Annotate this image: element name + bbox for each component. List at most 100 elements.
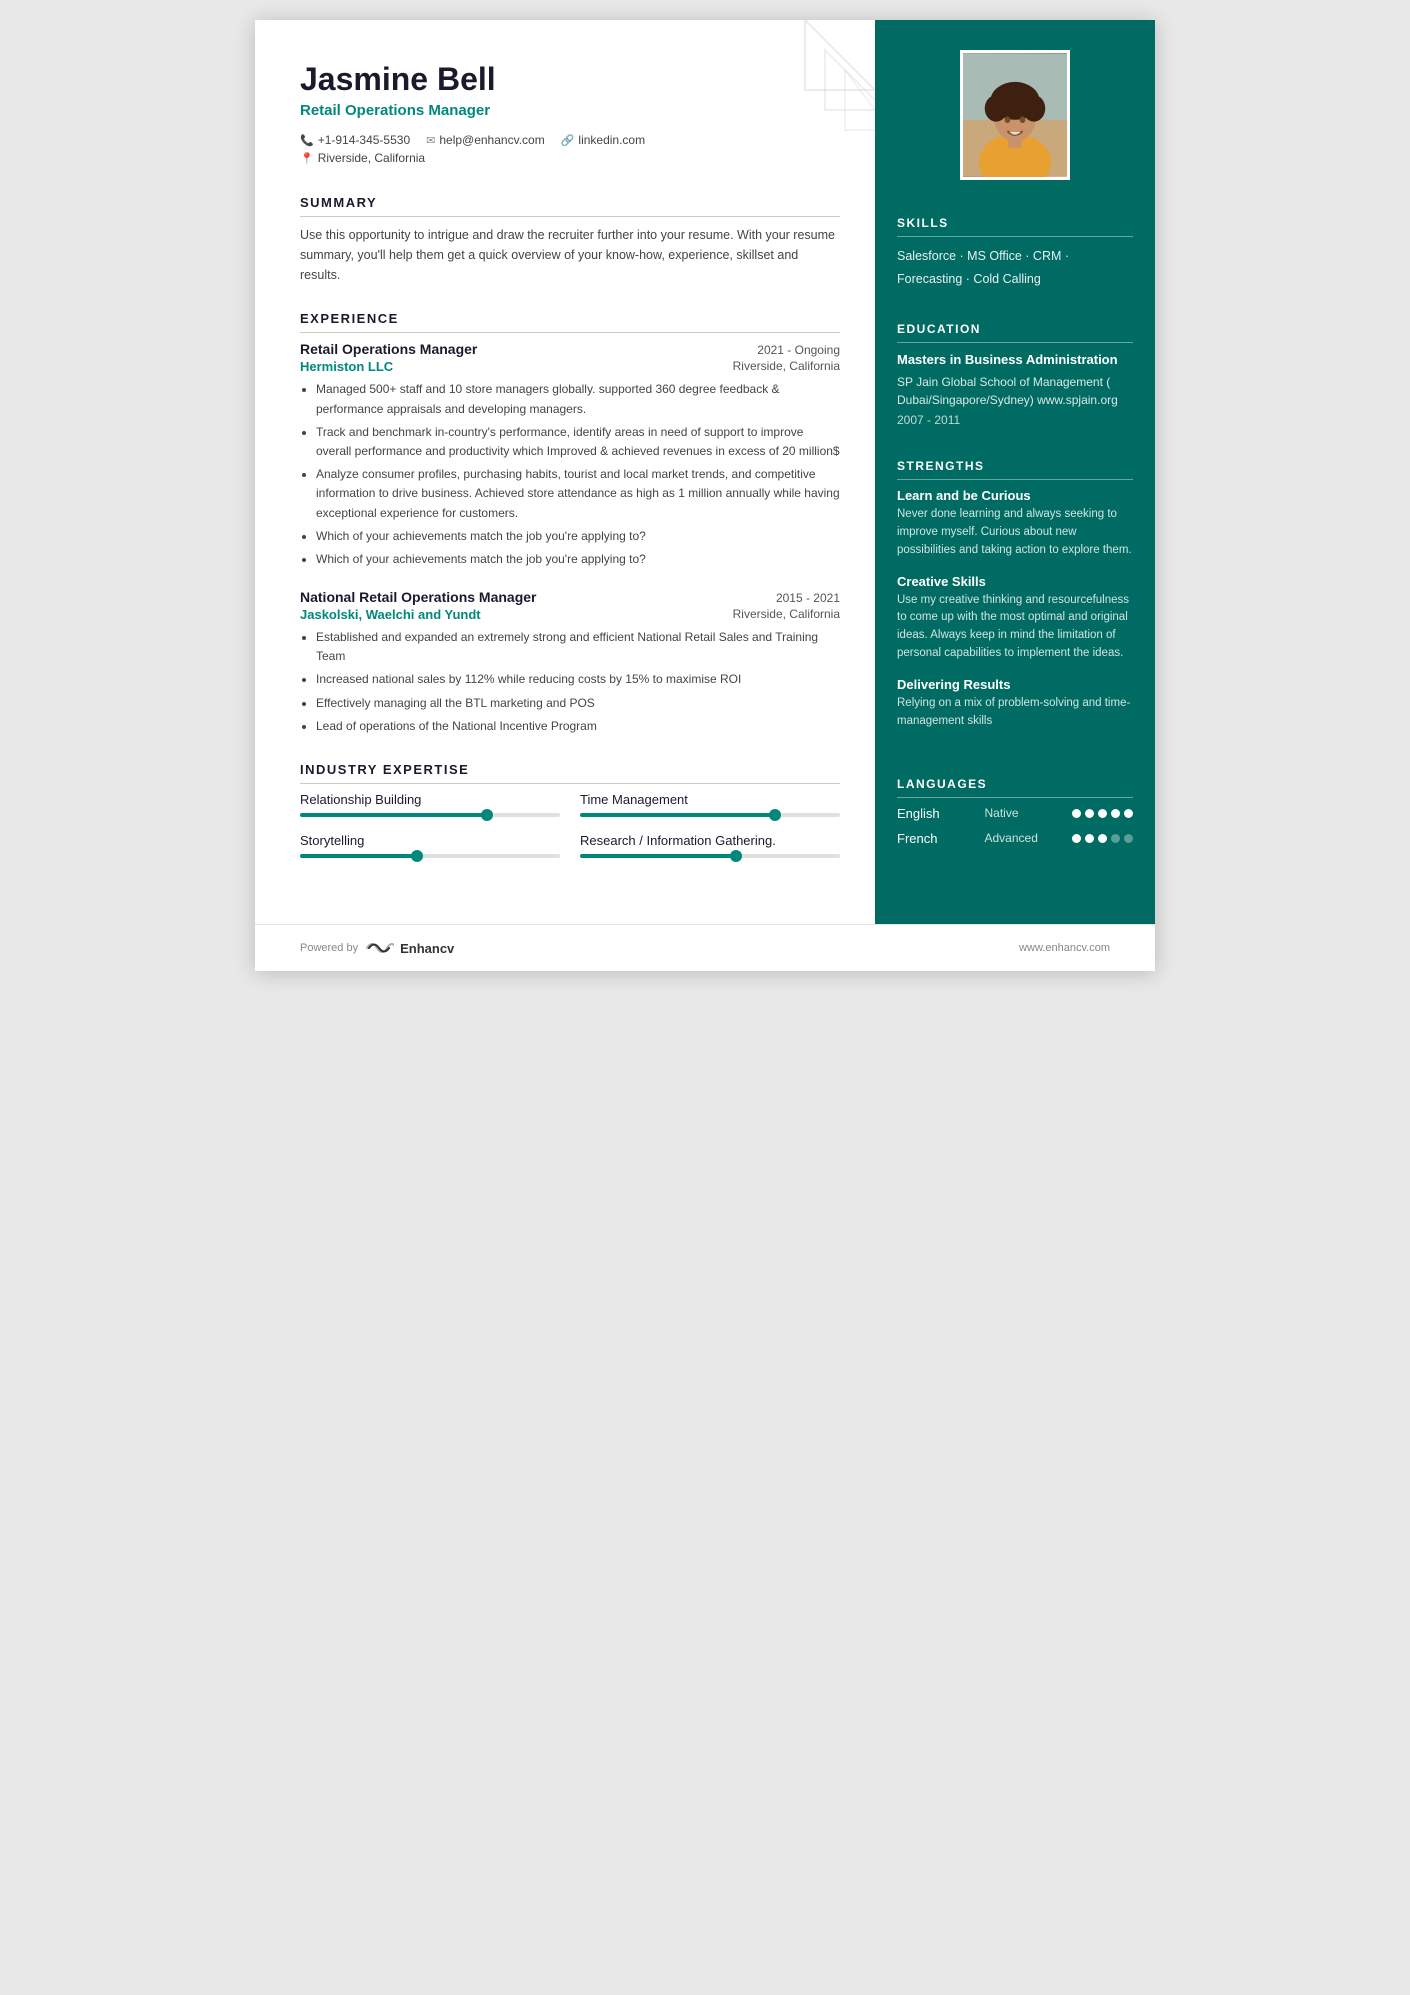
dot — [1098, 834, 1107, 843]
progress-dot-0 — [481, 809, 493, 821]
expertise-label-2: Storytelling — [300, 833, 560, 848]
expertise-title: INDUSTRY EXPERTISE — [300, 762, 840, 784]
progress-bar-1 — [580, 813, 840, 817]
bullet-item: Lead of operations of the National Incen… — [316, 717, 840, 736]
exp-location-1: Riverside, California — [733, 359, 840, 374]
progress-fill-1 — [580, 813, 775, 817]
bullet-item: Track and benchmark in-country's perform… — [316, 423, 840, 461]
edu-school: SP Jain Global School of Management ( Du… — [897, 373, 1133, 409]
left-column: Jasmine Bell Retail Operations Manager 📞… — [255, 20, 875, 924]
dot — [1111, 834, 1120, 843]
contact-line-1: 📞 +1-914-345-5530 ✉ help@enhancv.com 🔗 l… — [300, 133, 840, 147]
lang-level-1: Advanced — [985, 831, 1050, 845]
edu-years: 2007 - 2011 — [897, 413, 1133, 427]
photo-placeholder — [963, 53, 1067, 177]
language-item-1: French Advanced — [897, 831, 1133, 846]
expertise-item-2: Storytelling — [300, 833, 560, 858]
right-column: SKILLS Salesforce · MS Office · CRM · Fo… — [875, 20, 1155, 924]
expertise-item-1: Time Management — [580, 792, 840, 817]
dot — [1072, 809, 1081, 818]
dot — [1124, 834, 1133, 843]
expertise-grid: Relationship Building Time Management — [300, 792, 840, 858]
bullet-item: Established and expanded an extremely st… — [316, 628, 840, 666]
location-contact: 📍 Riverside, California — [300, 151, 425, 165]
exp-header-1: Retail Operations Manager 2021 - Ongoing — [300, 341, 840, 357]
skills-section: SKILLS Salesforce · MS Office · CRM · Fo… — [875, 200, 1155, 306]
progress-dot-1 — [769, 809, 781, 821]
strength-name-2: Delivering Results — [897, 677, 1133, 692]
candidate-name: Jasmine Bell — [300, 60, 840, 98]
lang-dots-0 — [1072, 809, 1133, 818]
enhancv-logo-icon — [364, 939, 394, 957]
exp-subheader-1: Hermiston LLC Riverside, California — [300, 359, 840, 374]
bullet-item: Managed 500+ staff and 10 store managers… — [316, 380, 840, 418]
expertise-label-0: Relationship Building — [300, 792, 560, 807]
dot — [1098, 809, 1107, 818]
exp-role-2: National Retail Operations Manager — [300, 589, 537, 605]
progress-bar-0 — [300, 813, 560, 817]
expertise-label-1: Time Management — [580, 792, 840, 807]
contact-line-2: 📍 Riverside, California — [300, 151, 840, 165]
email-contact: ✉ help@enhancv.com — [426, 133, 545, 147]
expertise-item-3: Research / Information Gathering. — [580, 833, 840, 858]
experience-item-2: National Retail Operations Manager 2015 … — [300, 589, 840, 736]
lang-dots-1 — [1072, 834, 1133, 843]
progress-fill-3 — [580, 854, 736, 858]
exp-date-1: 2021 - Ongoing — [757, 343, 840, 357]
progress-dot-2 — [411, 850, 423, 862]
progress-fill-0 — [300, 813, 487, 817]
resume-header: Jasmine Bell Retail Operations Manager 📞… — [300, 60, 840, 165]
profile-photo — [960, 50, 1070, 180]
exp-subheader-2: Jaskolski, Waelchi and Yundt Riverside, … — [300, 607, 840, 622]
lang-name-0: English — [897, 806, 962, 821]
bullet-item: Which of your achievements match the job… — [316, 550, 840, 569]
progress-dot-3 — [730, 850, 742, 862]
skills-text: Salesforce · MS Office · CRM · Forecasti… — [897, 245, 1133, 290]
experience-item-1: Retail Operations Manager 2021 - Ongoing… — [300, 341, 840, 569]
skills-title: SKILLS — [897, 216, 1133, 237]
expertise-label-3: Research / Information Gathering. — [580, 833, 840, 848]
bullet-item: Effectively managing all the BTL marketi… — [316, 694, 840, 713]
exp-role-1: Retail Operations Manager — [300, 341, 477, 357]
exp-date-2: 2015 - 2021 — [776, 591, 840, 605]
footer-url: www.enhancv.com — [1019, 942, 1110, 954]
strength-item-0: Learn and be Curious Never done learning… — [897, 488, 1133, 559]
website-contact: 🔗 linkedin.com — [561, 133, 645, 147]
phone-contact: 📞 +1-914-345-5530 — [300, 133, 410, 147]
strengths-section: STRENGTHS Learn and be Curious Never don… — [875, 443, 1155, 760]
languages-section: LANGUAGES English Native French Advanced — [875, 761, 1155, 872]
lang-level-0: Native — [985, 806, 1050, 820]
exp-company-1: Hermiston LLC — [300, 359, 393, 374]
strength-item-2: Delivering Results Relying on a mix of p… — [897, 677, 1133, 731]
summary-title: SUMMARY — [300, 195, 840, 217]
progress-bar-2 — [300, 854, 560, 858]
location-icon: 📍 — [300, 152, 314, 165]
resume-footer: Powered by Enhancv www.enhancv.com — [255, 924, 1155, 971]
exp-bullets-2: Established and expanded an extremely st… — [300, 628, 840, 736]
strength-item-1: Creative Skills Use my creative thinking… — [897, 574, 1133, 663]
photo-area — [875, 20, 1155, 200]
edu-degree: Masters in Business Administration — [897, 351, 1133, 369]
dot — [1085, 834, 1094, 843]
dot — [1072, 834, 1081, 843]
dot — [1085, 809, 1094, 818]
strength-desc-0: Never done learning and always seeking t… — [897, 506, 1133, 559]
exp-company-2: Jaskolski, Waelchi and Yundt — [300, 607, 481, 622]
email-icon: ✉ — [426, 134, 435, 147]
expertise-item-0: Relationship Building — [300, 792, 560, 817]
exp-location-2: Riverside, California — [733, 607, 840, 622]
resume-body: Jasmine Bell Retail Operations Manager 📞… — [255, 20, 1155, 924]
exp-header-2: National Retail Operations Manager 2015 … — [300, 589, 840, 605]
strength-desc-1: Use my creative thinking and resourceful… — [897, 592, 1133, 663]
powered-by-text: Powered by — [300, 942, 358, 954]
language-item-0: English Native — [897, 806, 1133, 821]
languages-title: LANGUAGES — [897, 777, 1133, 798]
strength-name-0: Learn and be Curious — [897, 488, 1133, 503]
expertise-section: INDUSTRY EXPERTISE Relationship Building… — [300, 762, 840, 858]
summary-text: Use this opportunity to intrigue and dra… — [300, 225, 840, 285]
progress-bar-3 — [580, 854, 840, 858]
footer-brand: Powered by Enhancv — [300, 939, 454, 957]
bullet-item: Which of your achievements match the job… — [316, 527, 840, 546]
bullet-item: Analyze consumer profiles, purchasing ha… — [316, 465, 840, 523]
education-title: EDUCATION — [897, 322, 1133, 343]
